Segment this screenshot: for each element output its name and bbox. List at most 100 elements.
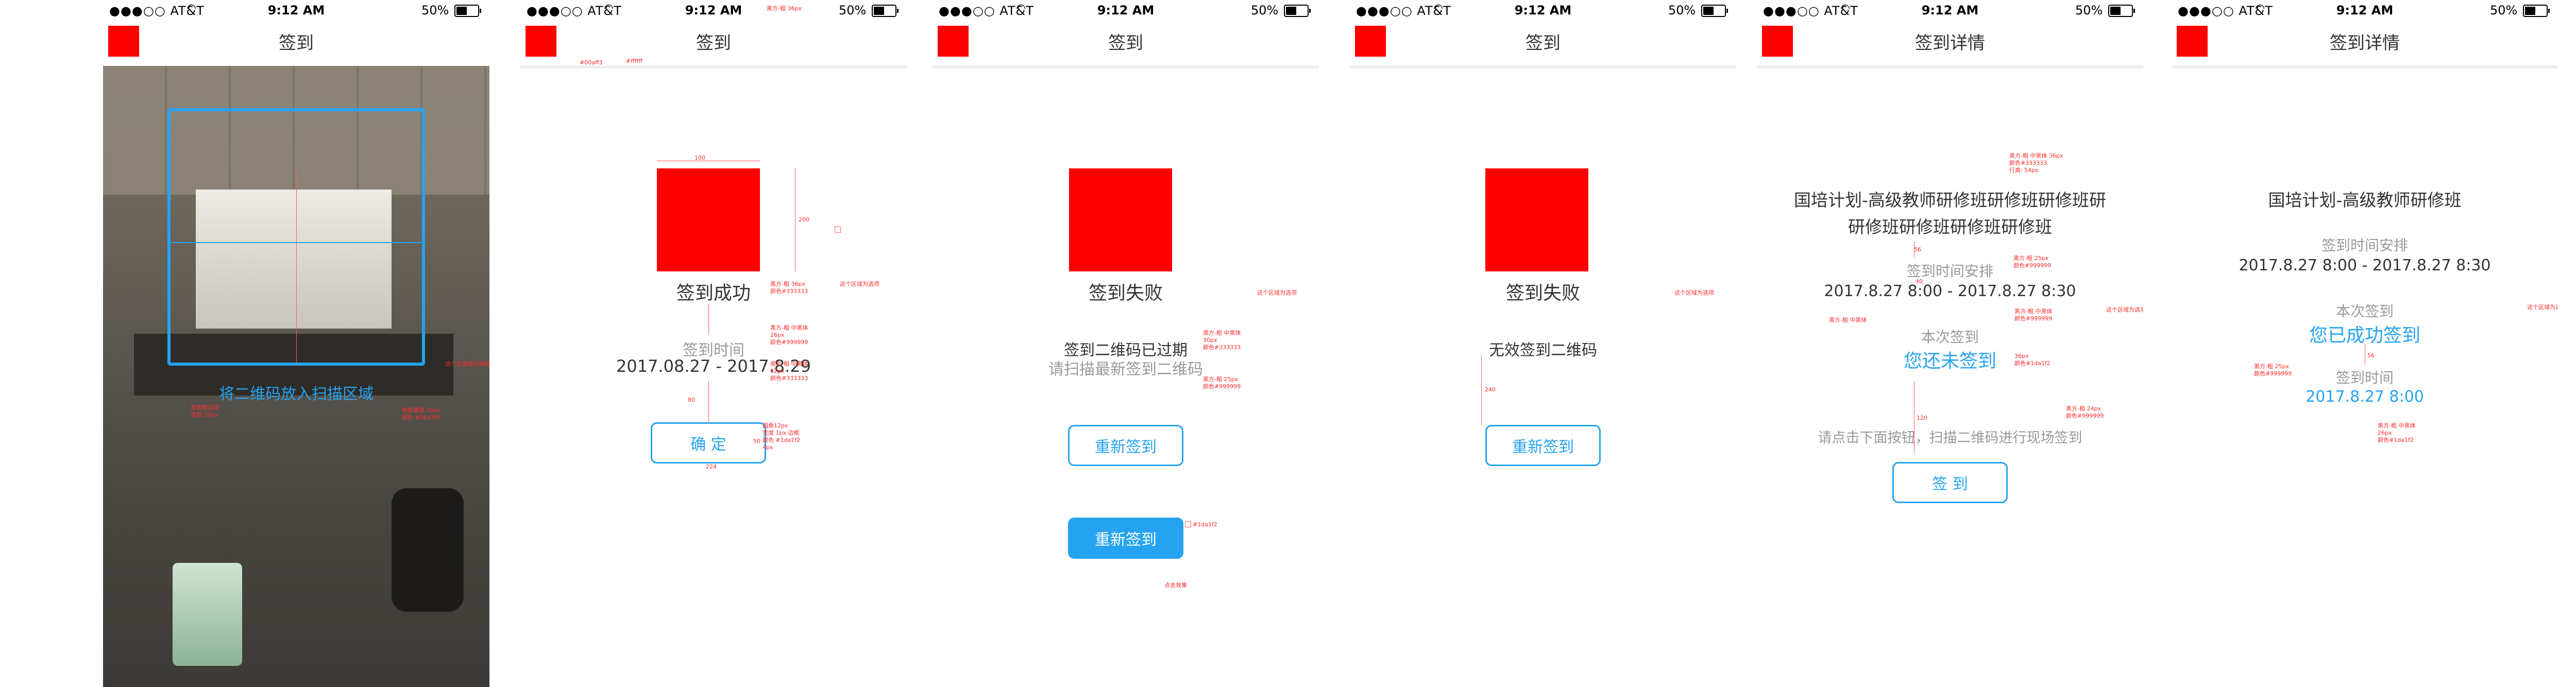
spec-note: 宽度 10px <box>191 411 218 418</box>
spec-note: 颜色#999999 <box>770 339 808 346</box>
spec-note: 26px <box>770 332 785 338</box>
spec-note: 颜色 #1da1f2 <box>762 437 801 443</box>
spec-note: #00aff3 <box>580 59 603 66</box>
spec-note: 240 <box>1485 386 1496 393</box>
spec-note: 圆角12px <box>762 422 788 429</box>
error-message: 无效签到二维码 <box>1489 341 1597 359</box>
nav-bar: 签到 <box>520 21 907 66</box>
page-title: 签到 <box>1108 33 1143 54</box>
schedule-value: 2017.8.27 8:00 - 2017.8.27 8:30 <box>1824 282 2076 300</box>
status-bar: ●●●○○ AT&T ◠ 9:12 AM 50% <box>2172 0 2558 21</box>
spec-note: 颜色#333333 <box>1203 344 1241 351</box>
spec-note: 黑方-粗 中黑体 <box>770 324 808 331</box>
detail-unsigned-screen: ●●●○○ AT&T ◠ 9:12 AM 50% 签到详情 国培计划-高级教师研… <box>1757 0 2143 687</box>
spec-swatch <box>1185 521 1191 527</box>
sign-in-button[interactable]: 签 到 <box>1892 462 2008 503</box>
spec-note: 黑方-粗 中黑体 <box>2378 422 2416 429</box>
spec-line <box>708 304 709 335</box>
battery-icon <box>454 5 481 17</box>
spec-note: 颜色#999999 <box>2013 262 2052 269</box>
page-title: 签到 <box>1526 33 1561 54</box>
page-title: 签到详情 <box>1915 33 1985 54</box>
spec-note: 26px <box>2378 430 2392 436</box>
spec-note: 黑方-粗 中黑体 <box>770 360 808 367</box>
signed-time-value: 2017.8.27 8:00 <box>2306 388 2424 406</box>
spec-note: 这个区域为选项 <box>840 281 879 287</box>
spec-note: 颜色#999999 <box>2254 370 2292 377</box>
spec-note: 颜色#999999 <box>2066 413 2104 419</box>
status-bar: ●●●○○ AT&T ◠ 9:12 AM 50% <box>1757 0 2143 21</box>
scan-hint: 将二维码放入扫描区域 <box>219 385 374 403</box>
spec-note: 颜色#1da1f2 <box>2378 437 2414 443</box>
battery-icon <box>2108 5 2135 17</box>
battery-percent: 50% <box>2075 3 2103 18</box>
instruction-text: 请点击下面按钮，扫描二维码进行现场签到 <box>1818 430 2082 446</box>
spec-note: 这个区域为选项 <box>1674 289 1714 296</box>
spec-line <box>296 170 297 366</box>
nav-bar: 签到详情 <box>2172 21 2558 66</box>
course-title-line1: 国培计划-高级教师研修班研修班研修班研 <box>1794 190 2106 210</box>
spec-note: 颜色#999999 <box>2014 315 2053 322</box>
retry-button[interactable]: 重新签到 <box>1485 425 1601 466</box>
course-title: 国培计划-高级教师研修班 <box>2268 190 2462 210</box>
spec-note: 200 <box>799 216 809 223</box>
success-screen: ●●●○○ AT&T ◠ 9:12 AM 50% 签到 签到成功 签到时间 20… <box>520 0 907 687</box>
spec-note: 120 <box>1917 415 1927 421</box>
detail-signed-screen: ●●●○○ AT&T ◠ 9:12 AM 50% 签到详情 国培计划-高级教师研… <box>2172 0 2558 687</box>
this-time-label: 本次签到 <box>2335 303 2394 320</box>
spec-note: 黑方-粗 中黑体 <box>1203 330 1241 336</box>
spec-note: 黑方-粗 25px <box>2254 363 2289 370</box>
nav-divider <box>1350 65 1736 68</box>
spec-note: 这个区域是扫描框 <box>445 360 489 367</box>
schedule-label: 签到时间安排 <box>2321 237 2408 254</box>
status-bar: ●●●○○ AT&T ◠ 9:12 AM 50% <box>933 0 1319 21</box>
result-icon-placeholder <box>1069 168 1172 271</box>
battery-percent: 50% <box>1251 3 1279 18</box>
spec-note: #ffffff <box>626 58 642 64</box>
signed-time-label: 签到时间 <box>2335 369 2394 386</box>
camera-wastebin <box>173 563 242 666</box>
nav-bar: 签到 <box>1350 21 1736 66</box>
camera-chair <box>392 488 464 612</box>
spec-note: 56 <box>1914 246 1921 253</box>
spec-note: 颜色#333333 <box>770 288 808 295</box>
sign-status: 您已成功签到 <box>2309 325 2420 346</box>
schedule-label: 签到时间安排 <box>1906 263 1993 280</box>
spec-note: 点击效果 <box>1164 582 1187 589</box>
status-bar: ●●●○○ AT&T ◠ 9:12 AM 50% <box>1350 0 1736 21</box>
scan-screen: ●●●○○ AT&T ◠ 9:12 AM 50% 签到 将二维码放入扫描区域 签… <box>103 0 489 687</box>
spec-note: 颜色#333333 <box>2009 160 2047 166</box>
spec-note: 颜色 #26a3f0 <box>402 414 440 421</box>
nav-bar: 签到 <box>933 21 1319 66</box>
invalid-screen: ●●●○○ AT&T ◠ 9:12 AM 50% 签到 签到失败 无效签到二维码… <box>1350 0 1736 687</box>
spec-note: 这个区域为选项 <box>2106 306 2143 313</box>
spec-note: 颜色#999999 <box>1203 383 1241 390</box>
spec-note: 黑方-粗 中黑体 <box>1829 317 1867 323</box>
nav-bar: 签到详情 <box>1757 21 2143 66</box>
status-bar: ●●●○○ AT&T ◠ 9:12 AM 50% <box>103 0 489 21</box>
spec-note: 黑方-粗 25px <box>1203 376 1238 383</box>
confirm-button[interactable]: 确 定 <box>651 422 766 463</box>
nav-divider <box>1757 65 2143 68</box>
retry-button[interactable]: 重新签到 <box>1068 425 1183 466</box>
retry-button-pressed[interactable]: 重新签到 <box>1068 518 1183 559</box>
nav-bar: 签到 <box>103 21 489 66</box>
spec-note: 100 <box>694 154 705 161</box>
battery-icon <box>872 5 899 17</box>
nav-divider <box>933 65 1319 68</box>
spec-note: 80 <box>688 397 695 403</box>
schedule-value: 2017.8.27 8:00 - 2017.8.27 8:30 <box>2239 256 2491 274</box>
page-title: 签到详情 <box>2330 33 2400 54</box>
spec-note: 30px <box>1203 337 1217 343</box>
battery-percent: 50% <box>1668 3 1696 18</box>
spec-note: 微软雅黑 30px <box>402 407 440 414</box>
page-title: 签到 <box>696 33 731 54</box>
spec-note: 36px <box>2014 353 2029 359</box>
battery-percent: 50% <box>421 3 449 18</box>
battery-icon <box>1284 5 1311 17</box>
spec-note: 黑方-粗 24px <box>2066 405 2101 412</box>
spec-note: 颜色#1da1f2 <box>2014 360 2050 367</box>
spec-swatch <box>835 227 841 233</box>
nav-divider <box>2172 65 2558 68</box>
spec-note: 黑方-粗 36px <box>770 281 805 287</box>
